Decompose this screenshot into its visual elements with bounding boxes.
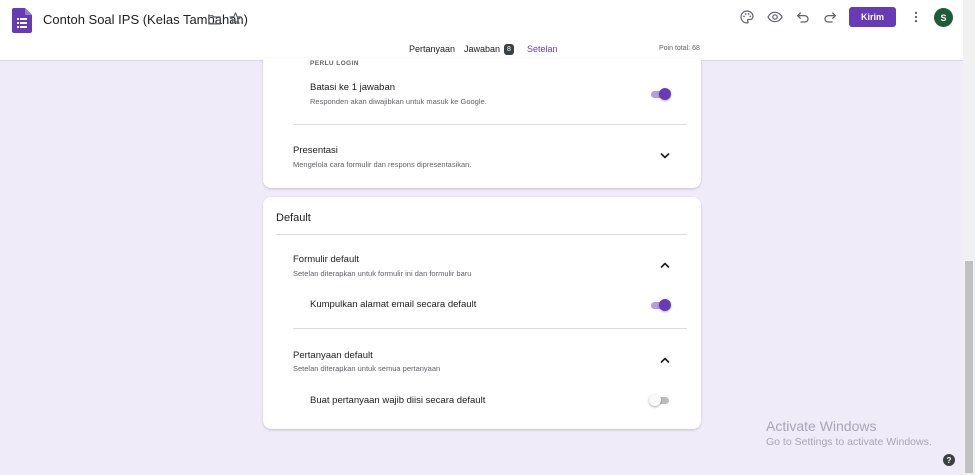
star-icon[interactable] — [228, 11, 243, 26]
limit-response-title: Batasi ke 1 jawaban — [310, 82, 396, 93]
scrollbar-thumb[interactable] — [965, 261, 973, 473]
collect-email-toggle[interactable] — [649, 299, 671, 311]
divider — [276, 234, 687, 235]
preview-eye-icon[interactable] — [767, 9, 783, 25]
responses-settings-card: PERLU LOGIN Batasi ke 1 jawaban Responde… — [263, 58, 701, 188]
forms-icon[interactable] — [12, 8, 32, 33]
presentation-title[interactable]: Presentasi — [293, 145, 338, 156]
tab-settings[interactable]: Setelan — [527, 44, 558, 54]
section-label: PERLU LOGIN — [310, 60, 359, 67]
redo-icon[interactable] — [822, 9, 838, 25]
divider — [293, 124, 687, 125]
more-vert-icon[interactable] — [909, 10, 923, 24]
chevron-up-icon[interactable] — [660, 355, 670, 365]
limit-response-subtitle: Responden akan diwajibkan untuk masuk ke… — [310, 97, 487, 106]
defaults-heading: Default — [276, 212, 311, 224]
help-icon[interactable]: ? — [943, 454, 955, 466]
points-total: Poin total: 68 — [659, 45, 700, 52]
toggle-knob — [659, 88, 671, 100]
undo-icon[interactable] — [795, 9, 811, 25]
question-defaults-subtitle: Setelan diterapkan untuk semua pertanyaa… — [293, 364, 441, 373]
activate-windows-title: Activate Windows — [766, 418, 877, 434]
form-defaults-subtitle: Setelan diterapkan untuk formulir ini da… — [293, 269, 472, 278]
form-defaults-title[interactable]: Formulir default — [293, 254, 359, 265]
toggle-knob — [659, 299, 671, 311]
required-default-toggle[interactable] — [649, 394, 671, 406]
avatar[interactable]: S — [934, 8, 953, 27]
tab-responses[interactable]: Jawaban — [464, 44, 500, 54]
collect-email-label: Kumpulkan alamat email secara default — [310, 299, 477, 310]
top-app-bar: Contoh Soal IPS (Kelas Tambahan) Kirim S… — [0, 0, 963, 61]
defaults-card: Default Formulir default Setelan diterap… — [263, 197, 701, 429]
toggle-knob — [649, 394, 661, 406]
chevron-up-icon[interactable] — [660, 260, 670, 270]
presentation-subtitle: Mengelola cara formulir dan respons dipr… — [293, 160, 472, 169]
responses-count-badge: 8 — [504, 44, 514, 55]
tab-questions[interactable]: Pertanyaan — [409, 44, 455, 54]
activate-windows-subtitle: Go to Settings to activate Windows. — [766, 436, 932, 448]
required-default-label: Buat pertanyaan wajib diisi secara defau… — [310, 395, 486, 406]
send-button[interactable]: Kirim — [849, 7, 896, 27]
palette-icon[interactable] — [739, 9, 755, 25]
limit-response-toggle[interactable] — [649, 88, 671, 100]
chevron-down-icon[interactable] — [660, 151, 670, 161]
divider — [293, 328, 687, 329]
question-defaults-title[interactable]: Pertanyaan default — [293, 350, 373, 361]
folder-icon[interactable] — [207, 12, 222, 27]
